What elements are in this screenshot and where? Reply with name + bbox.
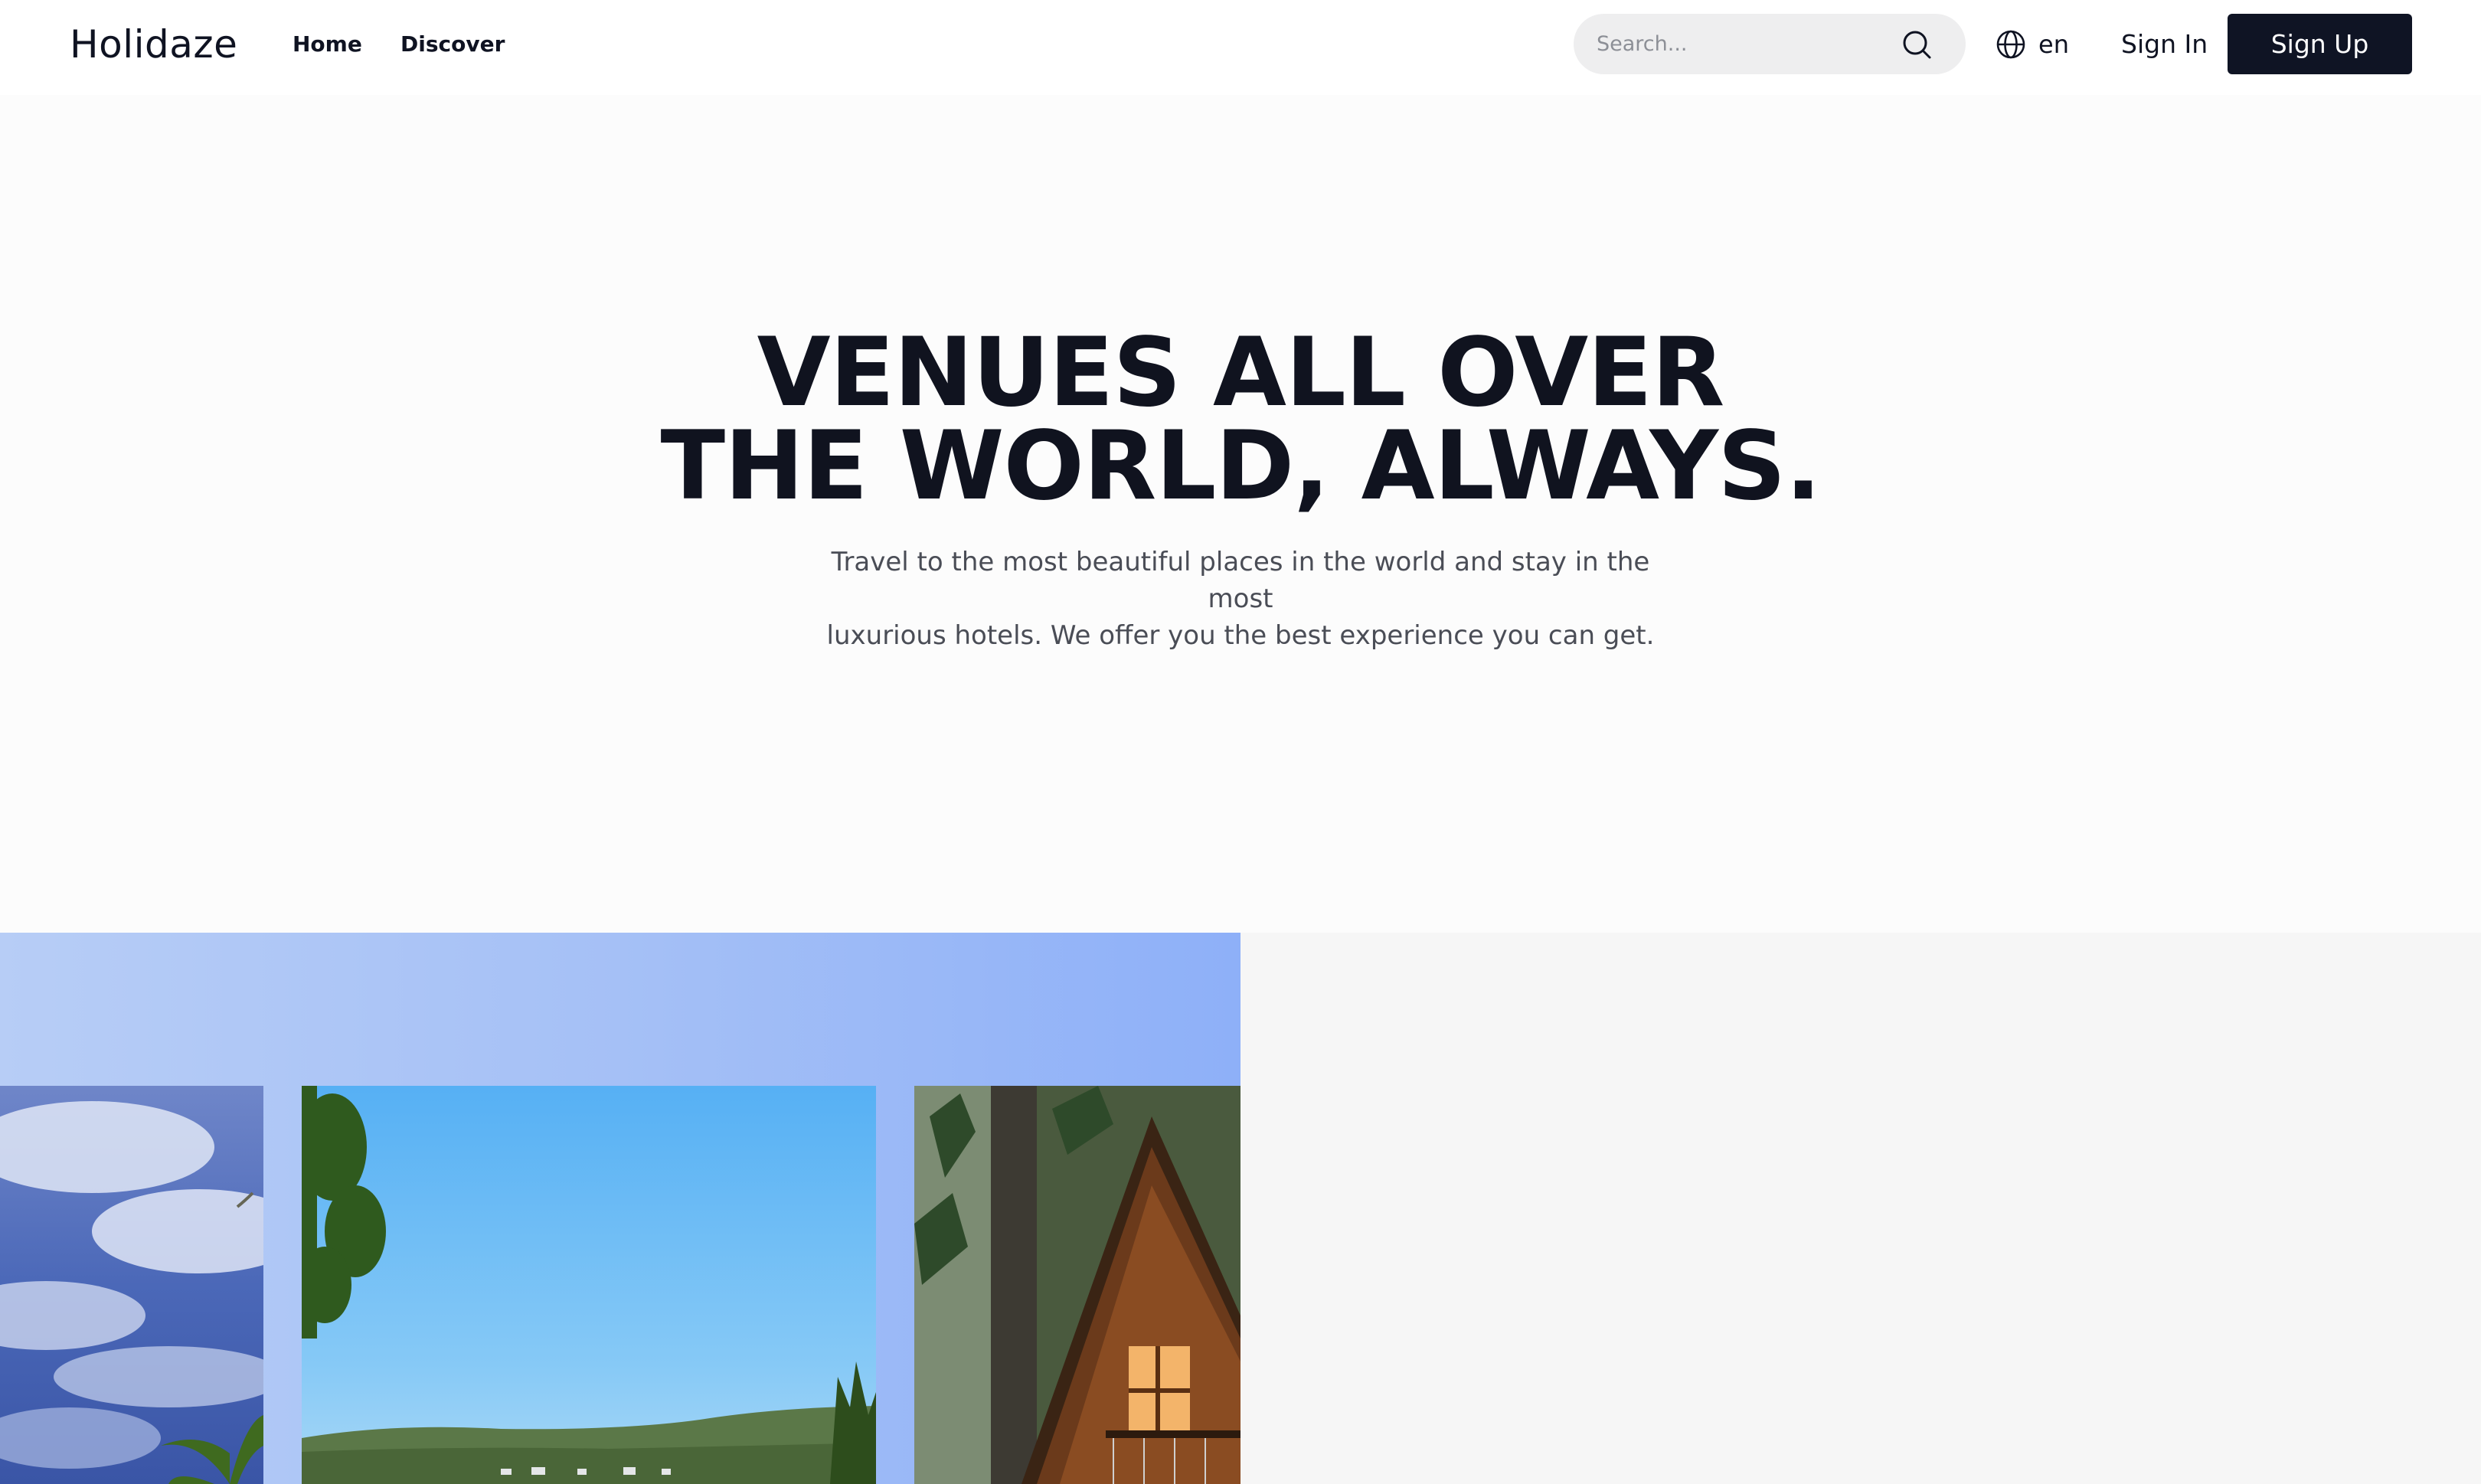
hero-subtitle-line-1: Travel to the most beautiful places in t…	[831, 547, 1650, 614]
hero-subtitle-line-2: luxurious hotels. We offer you the best …	[826, 620, 1655, 651]
language-label: en	[2038, 30, 2069, 59]
hero-title-line-2: THE WORLD, ALWAYS.	[660, 411, 1822, 521]
language-selector[interactable]: en	[1996, 28, 2069, 61]
forest-cabin-photo[interactable]	[914, 1086, 1240, 1484]
globe-icon	[1996, 29, 2026, 60]
lakeside-town-photo[interactable]	[302, 1086, 876, 1484]
search-bar	[1574, 14, 1966, 74]
hero-section: VENUES ALL OVER THE WORLD, ALWAYS. Trave…	[0, 95, 2481, 933]
tropical-sky-photo[interactable]	[0, 1086, 263, 1484]
sign-in-link[interactable]: Sign In	[2121, 26, 2208, 63]
hero-subtitle: Travel to the most beautiful places in t…	[796, 544, 1685, 654]
sign-up-button[interactable]: Sign Up	[2228, 14, 2412, 74]
search-input[interactable]	[1597, 14, 1903, 74]
nav-discover-link[interactable]: Discover	[400, 29, 505, 60]
search-icon[interactable]	[1901, 28, 1933, 60]
gallery-empty-panel	[1240, 933, 2481, 1484]
nav-home-link[interactable]: Home	[293, 29, 362, 60]
top-navbar: Holidaze Home Discover en Sign In Sign U…	[0, 0, 2481, 95]
venue-gallery	[0, 933, 1240, 1484]
site-logo[interactable]: Holidaze	[70, 18, 237, 70]
hero-title: VENUES ALL OVER THE WORLD, ALWAYS.	[0, 318, 2481, 521]
hero-title-line-1: VENUES ALL OVER	[757, 318, 1725, 428]
